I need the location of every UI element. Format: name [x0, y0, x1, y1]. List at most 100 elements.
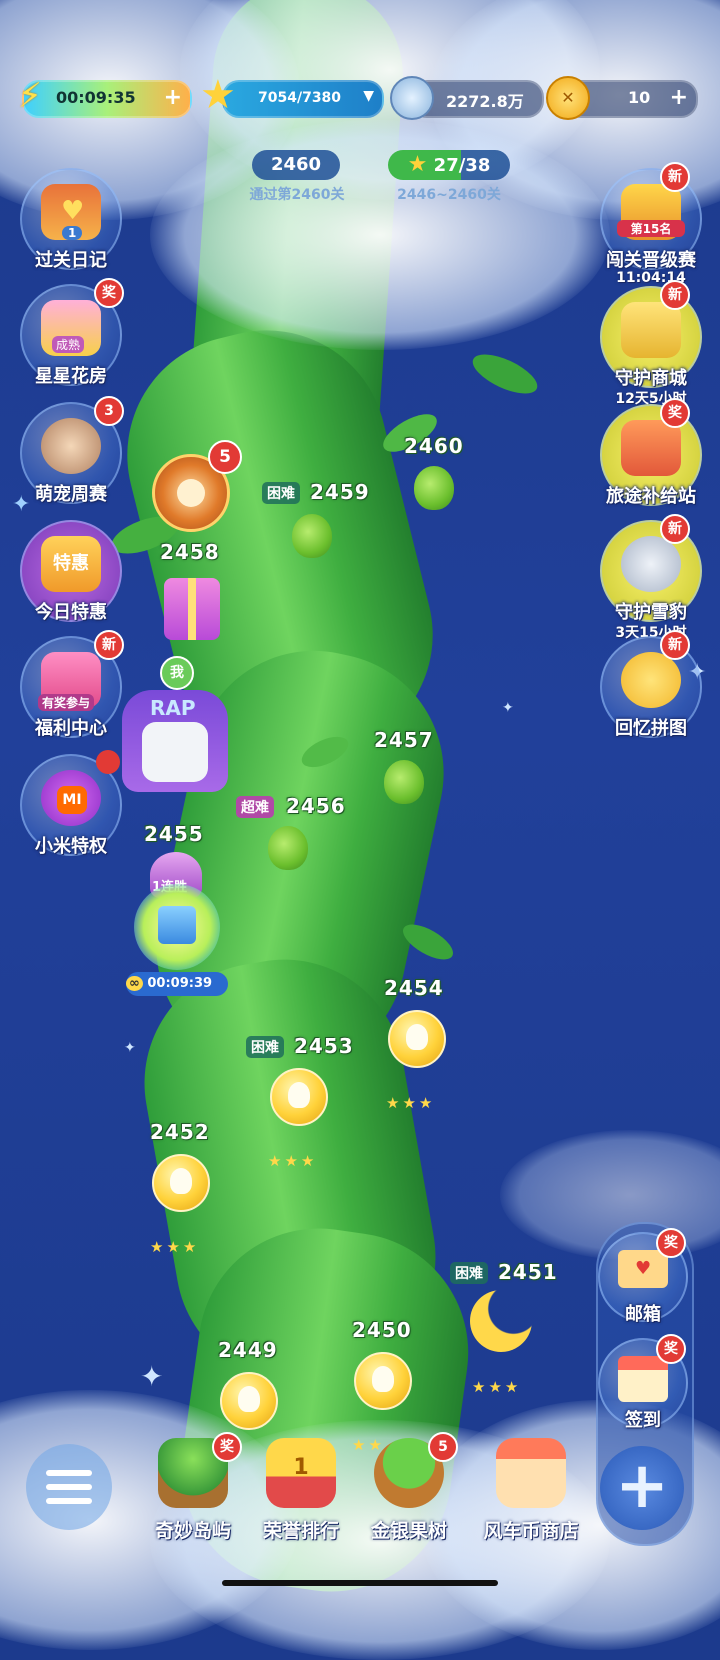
- coin-bar[interactable]: ✕ 10 +: [546, 76, 698, 120]
- chevron-down-icon[interactable]: ▼: [363, 88, 374, 104]
- level-2458-gift-node[interactable]: [164, 578, 220, 640]
- gem-bar: 2272.8万: [390, 76, 544, 120]
- greenhouse-status: 成熟: [52, 336, 85, 353]
- deal-box-icon: 特惠: [41, 536, 101, 592]
- energy-bar[interactable]: ⚡ 00:09:35 +: [18, 76, 192, 118]
- level-progress-pill: 2460: [252, 150, 340, 180]
- level-2449-node[interactable]: [220, 1372, 278, 1430]
- star-greenhouse-button[interactable]: 成熟 奖 星星花房: [20, 278, 124, 387]
- level-progress-caption: 通过第2460关: [249, 187, 345, 203]
- star-icon: ★: [407, 152, 428, 177]
- star-count: 7054/7380: [258, 90, 342, 106]
- xiaomi-logo-icon: MI: [41, 770, 101, 826]
- home-indicator[interactable]: [222, 1580, 498, 1586]
- ribbon: [188, 578, 196, 640]
- level-2453-stars: ★★★: [268, 1152, 318, 1170]
- add-coin-icon[interactable]: +: [670, 85, 688, 110]
- chick-icon: [621, 652, 681, 708]
- snow-leopard-icon: [621, 536, 681, 592]
- lightning-icon: ⚡: [18, 76, 42, 116]
- star-greenhouse-label: 星星花房: [35, 366, 107, 387]
- level-2449-label: 2449: [218, 1338, 278, 1362]
- pet-weekly-button[interactable]: 3 萌宠周赛: [20, 396, 124, 505]
- mailbox-button[interactable]: ♥ 奖 邮箱: [598, 1228, 688, 1325]
- pass-diary-button[interactable]: ♥ 1 过关日记: [20, 168, 122, 271]
- level-2452-node[interactable]: [152, 1154, 210, 1212]
- new-badge: 新: [660, 162, 690, 192]
- star-icon: ★: [200, 72, 236, 118]
- plus-icon[interactable]: +: [600, 1446, 684, 1530]
- reward-badge: 奖: [656, 1334, 686, 1364]
- difficulty-tag: 超难: [236, 796, 274, 818]
- hat-text: RAP: [150, 696, 196, 720]
- snow-leopard-button[interactable]: 新 守护雪豹 3天15小时: [600, 514, 702, 641]
- level-2451-moon-node[interactable]: [470, 1290, 532, 1352]
- crown-icon: 1: [266, 1438, 336, 1508]
- hamburger-icon[interactable]: [26, 1444, 112, 1530]
- level-2459-node[interactable]: [292, 514, 332, 558]
- supply-basket-icon: [621, 420, 681, 476]
- windmill-shop-label: 风车币商店: [483, 1520, 579, 1542]
- energy-timer: 00:09:35: [56, 88, 136, 107]
- guardian-shop-button[interactable]: 新 守护商城 12天5小时: [600, 280, 702, 407]
- gem-icon: [390, 76, 434, 120]
- welfare-center-button[interactable]: 有奖参与 新 福利中心: [20, 630, 124, 739]
- star-bar[interactable]: ★ 7054/7380 ▼: [200, 72, 384, 118]
- star-progress-caption: 2446~2460关: [397, 187, 501, 203]
- level-2454-stars: ★★★: [386, 1094, 436, 1112]
- cat-icon: [41, 418, 101, 474]
- new-badge: 新: [94, 630, 124, 660]
- check-in-button[interactable]: 奖 签到: [598, 1334, 688, 1431]
- calendar-icon: [618, 1356, 668, 1402]
- wheel-center-icon: [177, 479, 205, 507]
- coin-icon: ✕: [546, 76, 590, 120]
- level-2456-node[interactable]: [268, 826, 308, 870]
- level-2454-label: 2454: [384, 976, 444, 1000]
- notification-dot: [96, 750, 120, 774]
- level-2453-node[interactable]: [270, 1068, 328, 1126]
- promotion-race-label: 闯关晋级赛: [606, 250, 696, 271]
- level-2454-node[interactable]: [388, 1010, 446, 1068]
- welfare-center-label: 福利中心: [35, 718, 107, 739]
- new-badge: 新: [660, 630, 690, 660]
- new-badge: 新: [660, 514, 690, 544]
- difficulty-tag: 困难: [450, 1262, 488, 1284]
- count-badge: 3: [94, 396, 124, 426]
- mailbox-label: 邮箱: [625, 1304, 661, 1325]
- coin-count: 10: [628, 88, 651, 107]
- player-avatar[interactable]: RAP: [122, 690, 228, 792]
- count-badge: 5: [428, 1432, 458, 1462]
- money-tree-button[interactable]: 5 金银果树: [364, 1432, 458, 1543]
- guardian-shop-label: 守护商城: [615, 368, 687, 389]
- level-2452-label: 2452: [150, 1120, 210, 1144]
- supply-station-button[interactable]: 奖 旅途补给站: [600, 398, 702, 507]
- daily-deal-label: 今日特惠: [35, 602, 107, 623]
- level-2455-label: 2455: [144, 822, 204, 846]
- shop-icon: [496, 1438, 566, 1508]
- level-2453-label: 2453: [294, 1034, 354, 1058]
- reward-badge: 奖: [656, 1228, 686, 1258]
- level-2460-label: 2460: [404, 434, 464, 458]
- level-2450-label: 2450: [352, 1318, 412, 1342]
- level-2452-stars: ★★★: [150, 1238, 200, 1256]
- level-2450-node[interactable]: [354, 1352, 412, 1410]
- promotion-race-button[interactable]: 第15名 新 闯关晋级赛 11:04:14: [600, 162, 702, 286]
- level-2457-label: 2457: [374, 728, 434, 752]
- xiaomi-privilege-button[interactable]: MI 小米特权: [20, 750, 122, 857]
- wonder-island-button[interactable]: 奖 奇妙岛屿: [148, 1432, 242, 1543]
- daily-deal-button[interactable]: 特惠 今日特惠: [20, 520, 122, 623]
- honor-ranking-button[interactable]: 1 荣誉排行: [256, 1438, 346, 1543]
- crown-trophy-icon: 第15名: [617, 184, 685, 240]
- windmill-shop-button[interactable]: 风车币商店: [476, 1438, 586, 1543]
- difficulty-tag: 困难: [246, 1036, 284, 1058]
- avatar-face: [142, 722, 208, 782]
- pet-weekly-label: 萌宠周赛: [35, 484, 107, 505]
- memory-puzzle-button[interactable]: 新 回忆拼图: [600, 630, 702, 739]
- level-2460-node[interactable]: [414, 466, 454, 510]
- new-badge: 新: [660, 280, 690, 310]
- add-energy-icon[interactable]: +: [164, 85, 182, 110]
- level-2455-current-node[interactable]: [134, 884, 220, 970]
- level-2457-node[interactable]: [384, 760, 424, 804]
- wonder-island-label: 奇妙岛屿: [154, 1520, 231, 1542]
- level-2451-label: 2451: [498, 1260, 558, 1284]
